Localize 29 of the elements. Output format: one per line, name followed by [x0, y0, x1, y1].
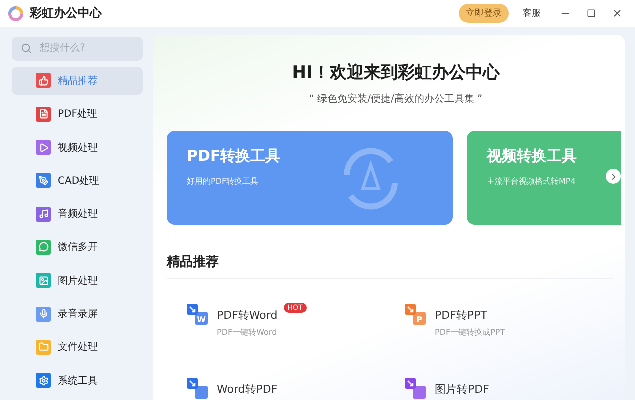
- window-title: 彩虹办公中心: [30, 5, 104, 22]
- sidebar-item[interactable]: 音频处理: [12, 200, 143, 228]
- tagline: “ 绿色免安装/便捷/高效的办公工具集 ”: [308, 92, 484, 106]
- tool-description: PDF一键转换成PPT: [435, 327, 506, 338]
- sidebar-item[interactable]: PDF处理: [12, 100, 143, 128]
- welcome-heading: HI！欢迎来到彩虹办公中心: [291, 62, 502, 84]
- section-title: 精品推荐: [167, 254, 220, 271]
- tool-description: PDF一键转Word: [217, 327, 278, 338]
- tool-name[interactable]: PDF转Word: [217, 309, 278, 322]
- tool-name[interactable]: PDF转PPT: [435, 309, 488, 322]
- sidebar-item[interactable]: 图片处理: [12, 266, 143, 295]
- sidebar-item[interactable]: 系统工具: [12, 366, 143, 395]
- search-box[interactable]: 想搜什么?: [12, 37, 143, 61]
- banner-title: PDF转换工具: [187, 147, 282, 166]
- sidebar-item[interactable]: 文件处理: [12, 333, 143, 362]
- sidebar-item[interactable]: 录音录屏: [12, 300, 143, 328]
- search-field[interactable]: 想搜什么?: [38, 42, 128, 56]
- customer-service-link[interactable]: 客服: [523, 7, 541, 20]
- sidebar-item[interactable]: 微信多开: [12, 233, 143, 262]
- rainbow-logo-icon: [8, 6, 24, 22]
- sidebar-item[interactable]: CAD处理: [12, 166, 143, 195]
- tool-name[interactable]: 图片转PDF: [435, 383, 490, 396]
- login-button[interactable]: 立即登录: [459, 4, 509, 23]
- banner-subtitle: 好用的PDF转换工具: [187, 176, 259, 187]
- tool-name[interactable]: Word转PDF: [217, 383, 278, 396]
- banner-subtitle: 主流平台视频格式转MP4: [487, 176, 576, 187]
- search-icon: [21, 43, 32, 54]
- banner-title: 视频转换工具: [487, 147, 578, 166]
- sidebar-item[interactable]: 视频处理: [12, 134, 143, 162]
